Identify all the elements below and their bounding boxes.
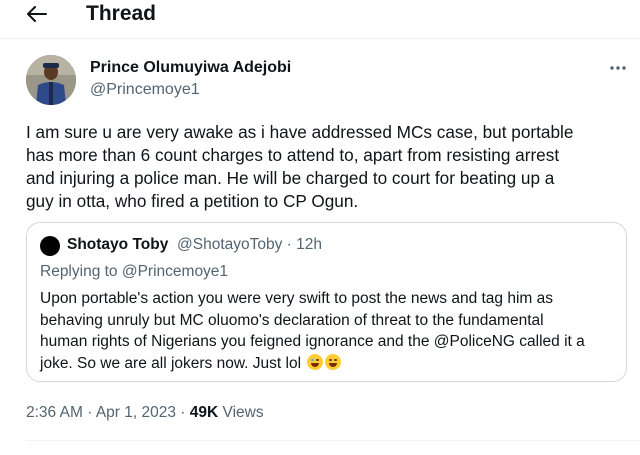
tweet-date[interactable]: Apr 1, 2023 — [96, 404, 176, 421]
meta-separator: · — [286, 236, 292, 253]
views-label: Views — [222, 404, 264, 421]
meta-separator: · — [87, 404, 93, 421]
tweet-time[interactable]: 2:36 AM — [26, 404, 83, 421]
tweet-text: I am sure u are very awake as i have add… — [26, 121, 634, 213]
tweet-text-line: and injuring a police man. He will be ch… — [26, 168, 555, 188]
tweet-text-line: guy in otta, who fired a petition to CP … — [26, 191, 359, 211]
quote-author-meta: @ShotayoToby · 12h — [177, 236, 322, 254]
tweet-text-line: has more than 6 count charges to attend … — [26, 145, 560, 165]
avatar-image — [26, 55, 76, 105]
more-horizontal-icon — [610, 66, 626, 70]
author-handle[interactable]: @Princemoye1 — [90, 81, 200, 99]
back-button[interactable] — [22, 1, 52, 27]
page-title: Thread — [86, 2, 157, 25]
replying-to: Replying to @Princemoye1 — [40, 263, 228, 281]
meta-separator: · — [180, 404, 186, 421]
more-options-button[interactable] — [606, 60, 630, 76]
face-with-tears-of-joy-emoji — [307, 353, 324, 370]
header-divider — [0, 38, 640, 39]
author-avatar[interactable] — [26, 55, 76, 105]
grinning-squinting-face-emoji — [325, 353, 342, 370]
quote-text-line: human rights of Nigerians you feigned ig… — [40, 333, 585, 350]
views-count: 49K — [189, 404, 219, 421]
footer-divider — [26, 440, 640, 441]
quote-author-avatar — [40, 236, 60, 256]
quote-text: Upon portable's action you were very swi… — [40, 288, 620, 374]
quote-text-line: joke. So we are all jokers now. Just lol — [40, 354, 302, 372]
replying-handle[interactable]: @Princemoye1 — [122, 263, 228, 280]
quote-text-line: Upon portable's action you were very swi… — [40, 290, 554, 307]
quote-author-handle: @ShotayoToby — [177, 236, 283, 253]
quoted-tweet-card[interactable]: Shotayo Toby @ShotayoToby · 12h Replying… — [26, 222, 627, 382]
author-name[interactable]: Prince Olumuyiwa Adejobi — [90, 59, 291, 77]
quote-time: 12h — [296, 236, 323, 253]
quote-author-name: Shotayo Toby — [67, 236, 169, 253]
tweet-meta: 2:36 AM · Apr 1, 2023 · 49K Views — [26, 404, 264, 422]
thread-header: Thread — [0, 0, 640, 30]
replying-prefix: Replying to — [40, 263, 118, 280]
tweet-text-line: I am sure u are very awake as i have add… — [26, 122, 574, 142]
quote-text-line: behaving unruly but MC oluomo's declarat… — [40, 311, 544, 329]
arrow-left-icon — [27, 6, 47, 22]
quote-text-line-last: joke. So we are all jokers now. Just lol — [40, 353, 620, 375]
